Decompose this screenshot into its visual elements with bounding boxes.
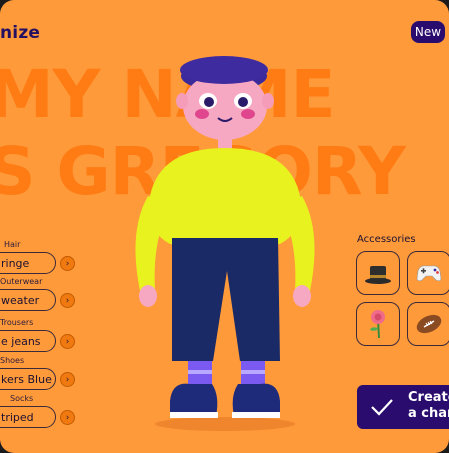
option-select-trousers[interactable]: e jeans bbox=[0, 330, 56, 352]
character-preview bbox=[135, 56, 315, 431]
option-select-hair[interactable]: ringe bbox=[0, 252, 56, 274]
option-select-socks[interactable]: triped bbox=[0, 406, 56, 428]
game-controller-icon bbox=[416, 265, 442, 282]
chevron-right-icon[interactable]: › bbox=[60, 256, 75, 271]
option-label-socks: Socks bbox=[10, 394, 34, 403]
option-select-shoes[interactable]: kers Blue bbox=[0, 368, 56, 390]
option-label-trousers: Trousers bbox=[0, 318, 34, 327]
option-select-outerwear[interactable]: weater bbox=[0, 289, 56, 311]
rose-icon bbox=[370, 310, 385, 339]
accessory-game-controller[interactable] bbox=[407, 251, 449, 295]
customizer-screen: nize New MY NAME S GREGORY bbox=[0, 0, 449, 453]
chevron-right-icon[interactable]: › bbox=[60, 293, 75, 308]
option-label-outerwear: Outerwear bbox=[0, 277, 43, 286]
accessory-rose[interactable] bbox=[356, 302, 400, 346]
football-icon bbox=[416, 314, 442, 334]
check-icon bbox=[371, 399, 393, 416]
top-hat-icon bbox=[365, 266, 391, 284]
new-button[interactable]: New bbox=[411, 21, 445, 43]
chevron-right-icon[interactable]: › bbox=[60, 410, 75, 425]
create-character-button[interactable]: Create a char bbox=[357, 385, 449, 429]
accessory-top-hat[interactable] bbox=[356, 251, 400, 295]
chevron-right-icon[interactable]: › bbox=[60, 334, 75, 349]
accessories-title: Accessories bbox=[357, 234, 416, 245]
create-character-label: Create a char bbox=[408, 390, 449, 421]
option-label-hair: Hair bbox=[4, 240, 21, 249]
chevron-right-icon[interactable]: › bbox=[60, 372, 75, 387]
accessory-football[interactable] bbox=[407, 302, 449, 346]
app-brand: nize bbox=[0, 23, 41, 43]
option-label-shoes: Shoes bbox=[0, 356, 25, 365]
